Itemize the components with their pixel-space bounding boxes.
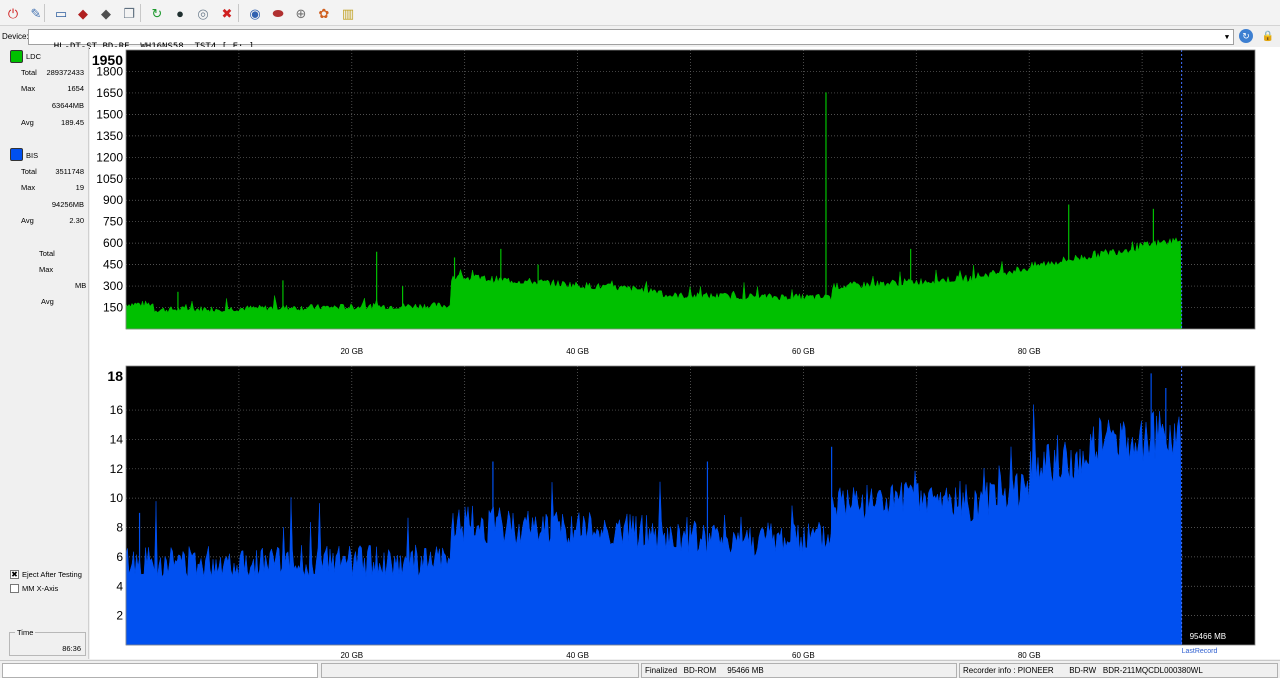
x-tick-label: 40 GB [566,347,589,356]
disc-blue-icon[interactable]: ◉ [245,3,265,23]
y-tick-label: 1350 [96,129,123,143]
time-label: Time [15,628,36,637]
toolbar-separator [44,4,45,22]
copy-icon[interactable]: ❐ [119,3,139,23]
disc-gray-icon[interactable]: ◆ [96,3,116,23]
end-size-label: 95466 MB [1190,632,1226,641]
toolbar: ⏻ ✎ ▭ ◆ ◆ ❐ ↻ ● ◎ ✖ ◉ ⬬ ⊕ ✿ ▥ [0,0,1280,26]
x-tick-label: 80 GB [1018,347,1041,356]
bis-total-value: 3511748 [55,167,84,176]
bis-max-mb: 94256MB [51,200,84,209]
bis-legend-label: BIS [26,151,39,160]
y-tick-label: 750 [103,215,123,229]
bis-total-key: Total [21,167,37,176]
y-tick-label: 1050 [96,172,123,186]
bis-chart: 2 4 6 8 10 12 14 16 18 20 GB 40 GB 60 GB 80 GB 95466 … [107,365,1256,659]
third-max-key: Max [39,265,54,274]
y-tick-label: 450 [103,258,123,272]
x-tick-label: 20 GB [340,651,363,659]
bis-avg-value: 2.30 [69,216,84,225]
stop-icon[interactable]: ✖ [217,3,237,23]
mm-x-axis-checkbox[interactable] [10,584,19,593]
ldc-avg-value: 189.45 [61,118,84,127]
time-box: Time 86:36 [9,628,86,656]
power-icon[interactable]: ⏻ [3,3,23,23]
eject-after-testing-label: Eject After Testing [22,570,82,579]
y-tick-label: 6 [116,550,123,564]
y-tick-label: 2 [116,609,123,623]
y-tick-label: 4 [116,579,123,593]
ldc-legend-swatch[interactable] [10,50,23,63]
y-tick-label: 600 [103,236,123,250]
palette-icon[interactable]: ✿ [314,3,334,23]
x-tick-label: 60 GB [792,347,815,356]
y-tick-label: 300 [103,279,123,293]
last-record-label: LastRecord [1182,648,1218,655]
status-progress [2,663,318,678]
ldc-total-value: 289372433 [46,68,84,77]
device-select[interactable]: HL-DT-ST BD-RE WH16NS58 TST4 [ F: ] ▼ [28,29,1234,52]
x-tick-label: 40 GB [566,651,589,659]
y-tick-label: 16 [110,403,124,417]
x-tick-label: 60 GB [792,651,815,659]
status-disc-info: Finalized BD-ROM 95466 MB [641,663,957,678]
y-tick-label: 10 [110,491,124,505]
bis-avg-key: Avg [21,216,34,225]
eraser-icon[interactable]: ⬬ [268,3,288,23]
ldc-max-mb: 63644MB [51,101,84,110]
chevron-down-icon[interactable]: ▼ [1221,30,1233,44]
chart-icon[interactable]: ▥ [338,3,358,23]
globe-icon[interactable]: ● [170,3,190,23]
y-tick-label: 1200 [96,150,123,164]
y-tick-label: 150 [103,301,123,315]
ldc-legend-label: LDC [26,52,42,61]
y-tick-label: 12 [110,462,124,476]
mm-x-axis-label: MM X-Axis [22,584,59,593]
refresh-green-icon[interactable]: ↻ [147,3,167,23]
bis-max-key: Max [21,183,36,192]
ldc-avg-key: Avg [21,118,34,127]
third-mb-key: MB [75,281,87,290]
time-value: 86:36 [62,644,81,653]
y-top-label: 18 [107,368,123,384]
disc-red-icon[interactable]: ◆ [73,3,93,23]
toolbar-separator [140,4,141,22]
wand-icon[interactable]: ✎ [26,3,46,23]
ldc-total-key: Total [21,68,37,77]
ldc-max-key: Max [21,84,36,93]
graphs-area: 150 300 450 600 750 900 1050 1200 1350 1500 1650 18… [90,47,1280,659]
toolbar-separator [238,4,239,22]
computer-icon[interactable]: ▭ [51,3,71,23]
y-tick-label: 14 [110,432,124,446]
settings-disc-icon[interactable]: ⊕ [291,3,311,23]
x-tick-label: 20 GB [340,347,363,356]
third-total-key: Total [39,249,55,258]
y-top-label: 1950 [92,52,123,68]
bis-max-value: 19 [75,183,84,192]
status-bar: Finalized BD-ROM 95466 MB Recorder info … [0,660,1280,678]
eject-after-testing-checkbox[interactable]: ✖ [10,570,19,579]
ldc-chart: 1503004506007509001050120013501500165018… [92,49,1256,356]
third-avg-key: Avg [41,297,54,306]
y-tick-label: 1500 [96,107,123,121]
bis-legend-swatch[interactable] [10,148,23,161]
refresh-icon[interactable]: ↻ [1239,29,1253,43]
lock-icon[interactable]: 🔒 [1262,29,1274,43]
y-tick-label: 1650 [96,86,123,100]
x-tick-label: 80 GB [1018,651,1041,659]
device-label: Device: [2,32,29,41]
disc-check-icon[interactable]: ◎ [193,3,213,23]
ldc-max-value: 1654 [67,84,84,93]
status-blank [321,663,639,678]
y-tick-label: 900 [103,193,123,207]
status-recorder-info: Recorder info : PIONEER BD-RW BDR-211MQC… [959,663,1278,678]
y-tick-label: 8 [116,521,123,535]
device-bar: Device: HL-DT-ST BD-RE WH16NS58 TST4 [ F… [0,27,1280,52]
stats-panel: LDC Total 289372433 Max 1654 63644MB Avg… [0,47,89,659]
